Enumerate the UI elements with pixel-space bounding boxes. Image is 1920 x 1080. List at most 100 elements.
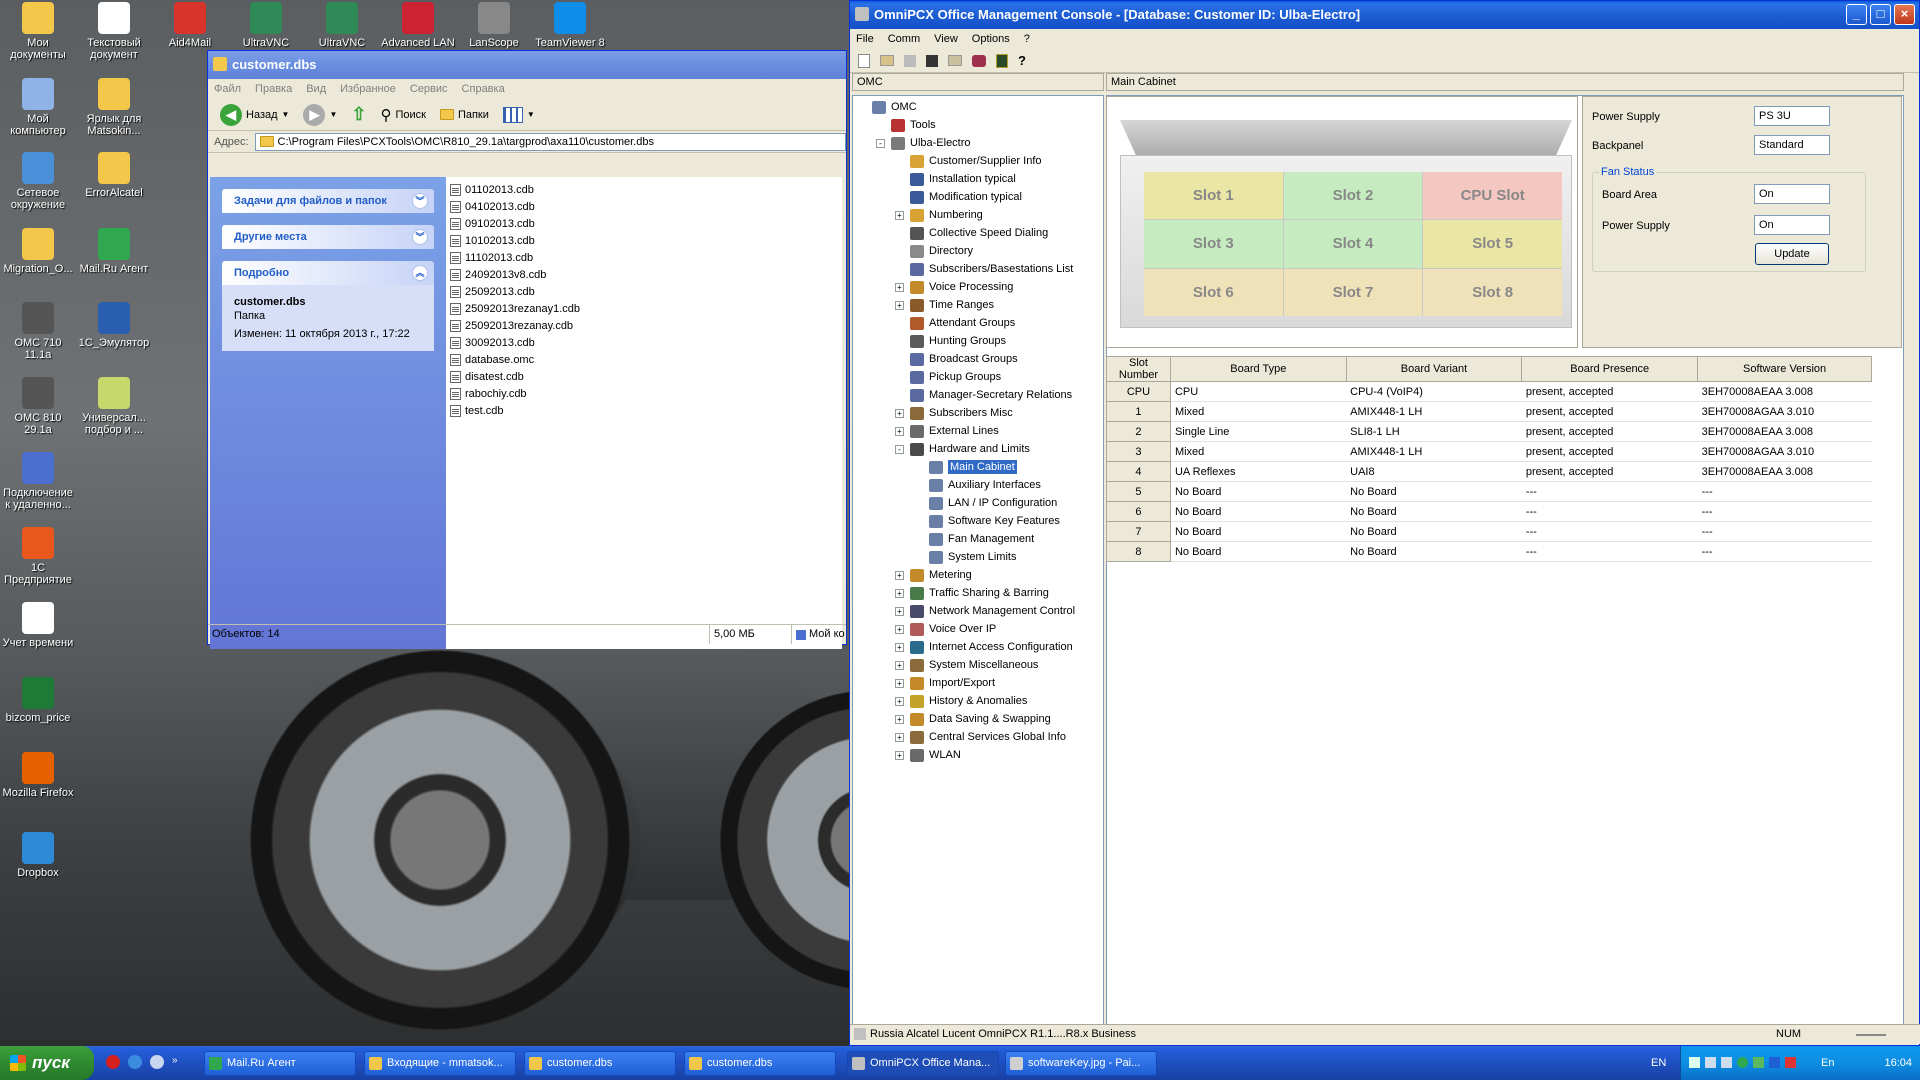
tree-node[interactable]: Software Key Features bbox=[857, 512, 1103, 530]
open-folder-icon[interactable] bbox=[948, 55, 962, 66]
volume-slider[interactable] bbox=[1856, 1034, 1886, 1036]
expand-icon[interactable]: + bbox=[895, 624, 904, 634]
book-icon[interactable] bbox=[996, 53, 1008, 68]
minimize-button[interactable]: _ bbox=[1846, 4, 1867, 25]
expand-icon[interactable]: + bbox=[895, 426, 904, 436]
antivirus-icon[interactable] bbox=[1753, 1057, 1764, 1068]
file-item[interactable]: 10102013.cdb bbox=[450, 232, 838, 249]
tree-node[interactable]: Auxiliary Interfaces bbox=[857, 476, 1103, 494]
keyboard-layout[interactable]: En bbox=[1821, 1046, 1834, 1080]
tree-node[interactable]: Manager-Secretary Relations bbox=[857, 386, 1103, 404]
explorer-titlebar[interactable]: customer.dbs bbox=[208, 51, 846, 79]
cabinet-slot[interactable]: Slot 3 bbox=[1144, 220, 1283, 268]
tree-node[interactable]: - Ulba-Electro bbox=[857, 134, 1103, 152]
tree-node[interactable]: Subscribers/Basestations List bbox=[857, 260, 1103, 278]
tree-node[interactable]: + Metering bbox=[857, 566, 1103, 584]
table-row[interactable]: 3 Mixed AMIX448-1 LH present, accepted 3EH70… bbox=[1106, 441, 1872, 462]
tree-node[interactable]: + History & Anomalies bbox=[857, 692, 1103, 710]
table-row[interactable]: 5 No Board No Board --- --- bbox=[1106, 481, 1872, 502]
collapse-icon[interactable]: ︽ bbox=[412, 265, 428, 281]
back-button[interactable]: ◀ Назад ▼ bbox=[216, 102, 293, 128]
fan-power-supply-field[interactable]: On bbox=[1754, 215, 1830, 235]
tree-node[interactable]: + Import/Export bbox=[857, 674, 1103, 692]
column-header[interactable]: Board Type bbox=[1169, 356, 1347, 382]
file-item[interactable]: 01102013.cdb bbox=[450, 181, 838, 198]
backpanel-field[interactable]: Standard bbox=[1754, 135, 1830, 155]
file-item[interactable]: 11102013.cdb bbox=[450, 249, 838, 266]
clock[interactable]: 16:04 bbox=[1884, 1046, 1912, 1080]
show-desktop-icon[interactable] bbox=[150, 1055, 164, 1069]
expand-icon[interactable]: + bbox=[895, 642, 904, 652]
maximize-button[interactable]: □ bbox=[1870, 4, 1891, 25]
desktop-icon[interactable]: 1C_Эмулятор bbox=[76, 302, 152, 349]
save-disabled-icon[interactable] bbox=[904, 54, 916, 67]
menu-item[interactable]: ? bbox=[1024, 33, 1030, 45]
desktop-icon[interactable]: Advanced LAN bbox=[380, 2, 456, 49]
menu-item[interactable]: Справка bbox=[462, 83, 505, 95]
tree-node[interactable]: Modification typical bbox=[857, 188, 1103, 206]
chevron-down-icon[interactable]: ▼ bbox=[282, 110, 290, 119]
desktop-icon[interactable]: UltraVNC bbox=[304, 2, 380, 49]
tree-node[interactable]: + Time Ranges bbox=[857, 296, 1103, 314]
column-header[interactable]: Board Presence bbox=[1521, 356, 1699, 382]
menu-item[interactable]: Правка bbox=[255, 83, 292, 95]
tree-node[interactable]: - Hardware and Limits bbox=[857, 440, 1103, 458]
file-item[interactable]: 25092013rezanay1.cdb bbox=[450, 300, 838, 317]
cabinet-slot[interactable]: Slot 7 bbox=[1283, 268, 1423, 316]
menu-item[interactable]: View bbox=[934, 33, 958, 45]
close-button[interactable]: × bbox=[1894, 4, 1915, 25]
tree-node[interactable]: + Voice Over IP bbox=[857, 620, 1103, 638]
tree-node[interactable]: Pickup Groups bbox=[857, 368, 1103, 386]
taskbar-button[interactable]: OmniPCX Office Mana... bbox=[847, 1051, 999, 1076]
desktop-icon[interactable]: TeamViewer 8 bbox=[532, 2, 608, 49]
tree-node[interactable]: + Network Management Control bbox=[857, 602, 1103, 620]
tree-node[interactable]: + Numbering bbox=[857, 206, 1103, 224]
chevron-right-icon[interactable]: » bbox=[172, 1055, 178, 1069]
start-button[interactable]: пуск bbox=[0, 1046, 94, 1080]
network-icon[interactable] bbox=[1721, 1057, 1732, 1068]
file-item[interactable]: database.omc bbox=[450, 351, 838, 368]
cabinet-slot[interactable]: Slot 6 bbox=[1144, 268, 1283, 316]
tree-node[interactable]: Directory bbox=[857, 242, 1103, 260]
expand-icon[interactable]: ︾ bbox=[412, 193, 428, 209]
chevron-down-icon[interactable]: ▼ bbox=[329, 110, 337, 119]
desktop-icon[interactable]: OMC 810 29.1a bbox=[0, 377, 76, 436]
expand-icon[interactable]: + bbox=[895, 606, 904, 616]
expand-icon[interactable]: + bbox=[895, 732, 904, 742]
opera-icon[interactable] bbox=[106, 1055, 120, 1069]
help-icon[interactable]: ? bbox=[1018, 53, 1026, 68]
expand-icon[interactable]: + bbox=[895, 660, 904, 670]
desktop-icon[interactable]: Migration_O... bbox=[0, 228, 76, 275]
menu-item[interactable]: File bbox=[856, 33, 874, 45]
expand-icon[interactable]: + bbox=[895, 714, 904, 724]
desktop-icon[interactable]: Aid4Mail bbox=[152, 2, 228, 49]
tree-node[interactable]: + Internet Access Configuration bbox=[857, 638, 1103, 656]
file-item[interactable]: 30092013.cdb bbox=[450, 334, 838, 351]
network-icon[interactable] bbox=[1705, 1057, 1716, 1068]
menu-item[interactable]: Сервис bbox=[410, 83, 448, 95]
file-item[interactable]: 25092013rezanay.cdb bbox=[450, 317, 838, 334]
tree-node[interactable]: LAN / IP Configuration bbox=[857, 494, 1103, 512]
table-row[interactable]: 1 Mixed AMIX448-1 LH present, accepted 3EH70… bbox=[1106, 401, 1872, 422]
folders-button[interactable]: Папки bbox=[436, 107, 493, 123]
ie-icon[interactable] bbox=[128, 1055, 142, 1069]
address-input[interactable]: C:\Program Files\PCXTools\OMC\R810_29.1a… bbox=[254, 132, 846, 151]
table-row[interactable]: 7 No Board No Board --- --- bbox=[1106, 521, 1872, 542]
tree-node[interactable]: OMC bbox=[857, 98, 1103, 116]
remote-icon[interactable] bbox=[1769, 1057, 1780, 1068]
expand-icon[interactable]: + bbox=[895, 570, 904, 580]
collapse-icon[interactable]: - bbox=[876, 138, 885, 148]
expand-icon[interactable]: ︾ bbox=[412, 229, 428, 245]
desktop-icon[interactable]: Dropbox bbox=[0, 832, 76, 879]
new-icon[interactable] bbox=[858, 53, 870, 68]
forward-button[interactable]: ▶ ▼ bbox=[299, 102, 341, 128]
expand-icon[interactable]: + bbox=[895, 408, 904, 418]
expand-icon[interactable]: + bbox=[895, 282, 904, 292]
tree-node[interactable]: Broadcast Groups bbox=[857, 350, 1103, 368]
desktop-icon[interactable]: Подключение к удаленно... bbox=[0, 452, 76, 511]
table-row[interactable]: 8 No Board No Board --- --- bbox=[1106, 541, 1872, 562]
expand-icon[interactable]: + bbox=[895, 696, 904, 706]
desktop-icon[interactable]: Текстовый документ bbox=[76, 2, 152, 61]
desktop-icon[interactable]: Мои документы bbox=[0, 2, 76, 61]
up-folder-button[interactable]: ⇧ bbox=[347, 102, 370, 127]
